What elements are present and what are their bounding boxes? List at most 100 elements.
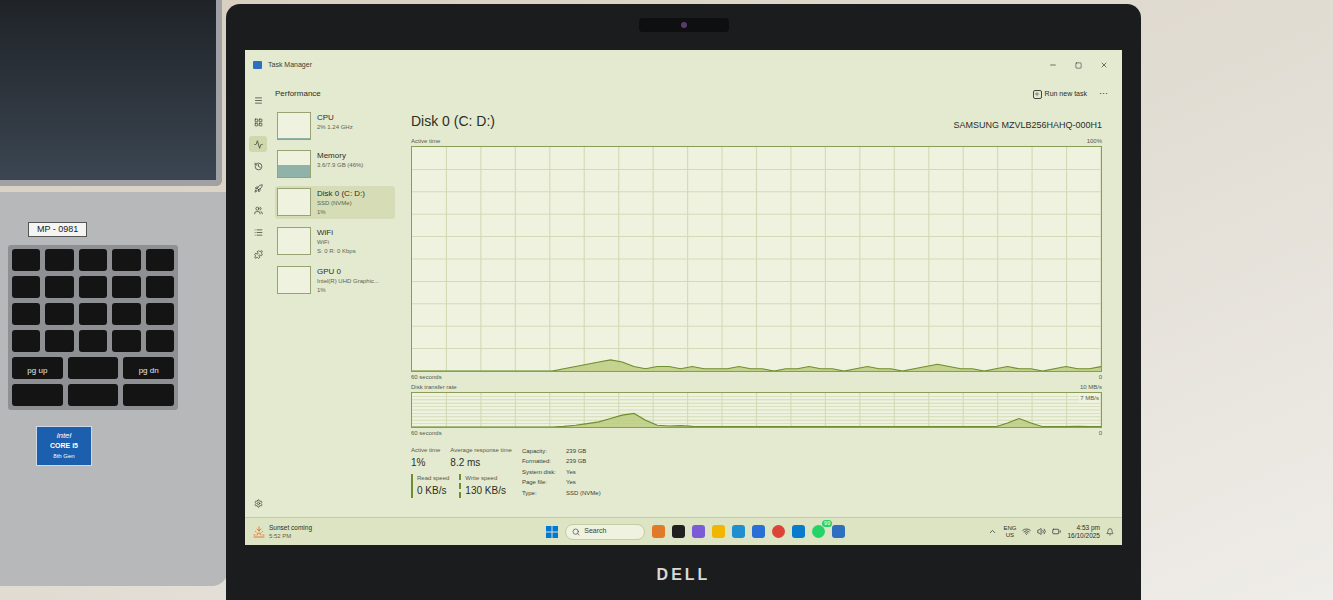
search-icon bbox=[572, 528, 580, 536]
device-thumbnail bbox=[277, 150, 311, 178]
property-label: Formatted: bbox=[522, 456, 556, 466]
search-box[interactable]: Search bbox=[565, 524, 645, 540]
device-name: Memory bbox=[317, 150, 363, 161]
minimize-icon[interactable] bbox=[1049, 61, 1057, 69]
nav-item[interactable] bbox=[249, 136, 267, 152]
chevron-up-icon[interactable] bbox=[988, 527, 997, 536]
transfer-rate-chart bbox=[411, 392, 1102, 428]
key[interactable] bbox=[45, 249, 73, 271]
store-app-icon[interactable] bbox=[752, 525, 765, 538]
run-new-task-button[interactable]: Run new task bbox=[1033, 89, 1087, 100]
key[interactable] bbox=[79, 303, 107, 325]
key[interactable] bbox=[12, 276, 40, 298]
key[interactable] bbox=[12, 384, 63, 406]
key[interactable] bbox=[112, 276, 140, 298]
plus-icon bbox=[1034, 91, 1040, 97]
users-icon bbox=[254, 206, 263, 215]
key[interactable] bbox=[68, 357, 119, 379]
property-label: Type: bbox=[522, 488, 556, 498]
folder-app-icon[interactable] bbox=[712, 525, 725, 538]
nav-item[interactable] bbox=[249, 495, 267, 511]
transfer-axis: 60 seconds0 bbox=[411, 428, 1102, 438]
app-icon bbox=[253, 61, 262, 69]
nav-item[interactable] bbox=[249, 246, 267, 262]
nav-item[interactable] bbox=[249, 114, 267, 130]
screen: Task Manager Performance Run new task ··· CP… bbox=[245, 50, 1122, 545]
key[interactable]: pg dn bbox=[123, 357, 174, 379]
window-title: Task Manager bbox=[268, 60, 312, 71]
nav-item[interactable] bbox=[249, 158, 267, 174]
maximize-icon[interactable] bbox=[1075, 62, 1082, 69]
left-laptop-base: MP - 0981pg uppg dnintelCORE i58th Gen bbox=[0, 192, 228, 586]
key-row bbox=[12, 303, 174, 325]
device-thumbnail bbox=[277, 112, 311, 140]
device-detail: WiFi bbox=[317, 238, 356, 247]
clock[interactable]: 4:53 pm16/10/2025 bbox=[1067, 524, 1100, 540]
key[interactable] bbox=[146, 303, 174, 325]
key[interactable] bbox=[146, 330, 174, 352]
device-item[interactable]: Disk 0 (C: D:)SSD (NVMe)1% bbox=[275, 186, 395, 219]
device-list: CPU2% 1.24 GHz Memory3.6/7.9 GB (46%) Disk… bbox=[271, 108, 395, 517]
title-bar: Task Manager bbox=[245, 50, 1122, 80]
device-item[interactable]: WiFiWiFiS: 0 R: 0 Kbps bbox=[275, 225, 395, 258]
webcam-bar bbox=[639, 4, 729, 50]
key[interactable]: pg up bbox=[12, 357, 63, 379]
volume-icon[interactable] bbox=[1037, 527, 1046, 536]
key[interactable] bbox=[112, 330, 140, 352]
keyboard: pg up pg dn bbox=[8, 245, 178, 410]
nav-item[interactable] bbox=[249, 224, 267, 240]
device-thumbnail bbox=[277, 227, 311, 255]
system-tray: ENGUS 4:53 pm16/10/2025 bbox=[988, 524, 1114, 540]
chart-line bbox=[412, 413, 1101, 427]
windows-logo-icon[interactable] bbox=[546, 526, 558, 538]
nav-item[interactable] bbox=[249, 202, 267, 218]
key[interactable] bbox=[45, 330, 73, 352]
device-extra: S: 0 R: 0 Kbps bbox=[317, 247, 356, 256]
key[interactable] bbox=[79, 330, 107, 352]
game-app-icon[interactable] bbox=[652, 525, 665, 538]
key[interactable] bbox=[112, 303, 140, 325]
nav-item[interactable] bbox=[249, 92, 267, 108]
device-item[interactable]: CPU2% 1.24 GHz bbox=[275, 110, 395, 142]
device-item[interactable]: Memory3.6/7.9 GB (46%) bbox=[275, 148, 395, 180]
device-detail: 3.6/7.9 GB (46%) bbox=[317, 161, 363, 170]
key[interactable] bbox=[112, 249, 140, 271]
device-thumbnail bbox=[277, 266, 311, 294]
app-badge: 99 bbox=[822, 520, 832, 527]
chrome-app-icon[interactable] bbox=[772, 525, 785, 538]
key[interactable] bbox=[123, 384, 174, 406]
taskmanager-app-icon[interactable] bbox=[832, 525, 845, 538]
key[interactable] bbox=[45, 276, 73, 298]
terminal-app-icon[interactable] bbox=[672, 525, 685, 538]
key[interactable] bbox=[45, 303, 73, 325]
battery-icon[interactable] bbox=[1052, 527, 1061, 536]
dell-logo: DELL bbox=[657, 563, 711, 587]
close-icon[interactable] bbox=[1100, 61, 1108, 69]
key[interactable] bbox=[12, 303, 40, 325]
nav-item[interactable] bbox=[249, 180, 267, 196]
key[interactable] bbox=[146, 249, 174, 271]
wifi-icon[interactable] bbox=[1022, 527, 1031, 536]
copilot-app-icon[interactable] bbox=[692, 525, 705, 538]
device-item[interactable]: GPU 0Intel(R) UHD Graphic...1% bbox=[275, 264, 395, 297]
key[interactable] bbox=[79, 249, 107, 271]
bell-icon[interactable] bbox=[1106, 528, 1114, 536]
sunset-icon bbox=[253, 526, 265, 538]
more-button[interactable]: ··· bbox=[1099, 87, 1108, 101]
key[interactable] bbox=[79, 276, 107, 298]
weather-widget[interactable]: Sunset coming5:52 PM bbox=[253, 524, 403, 540]
transfer-mid-label: 7 MB/s bbox=[1079, 394, 1100, 403]
vscode-app-icon[interactable] bbox=[792, 525, 805, 538]
key[interactable] bbox=[68, 384, 119, 406]
whatsapp-app-icon[interactable]: 99 bbox=[812, 525, 825, 538]
key[interactable] bbox=[12, 330, 40, 352]
property-label: Capacity: bbox=[522, 446, 556, 456]
property-value: Yes bbox=[566, 477, 601, 487]
performance-icon bbox=[254, 140, 263, 149]
key[interactable] bbox=[12, 249, 40, 271]
page-title: Performance bbox=[275, 88, 321, 100]
language-indicator[interactable]: ENGUS bbox=[1003, 525, 1016, 539]
key[interactable] bbox=[146, 276, 174, 298]
edge-app-icon[interactable] bbox=[732, 525, 745, 538]
webcam-icon bbox=[681, 22, 687, 28]
